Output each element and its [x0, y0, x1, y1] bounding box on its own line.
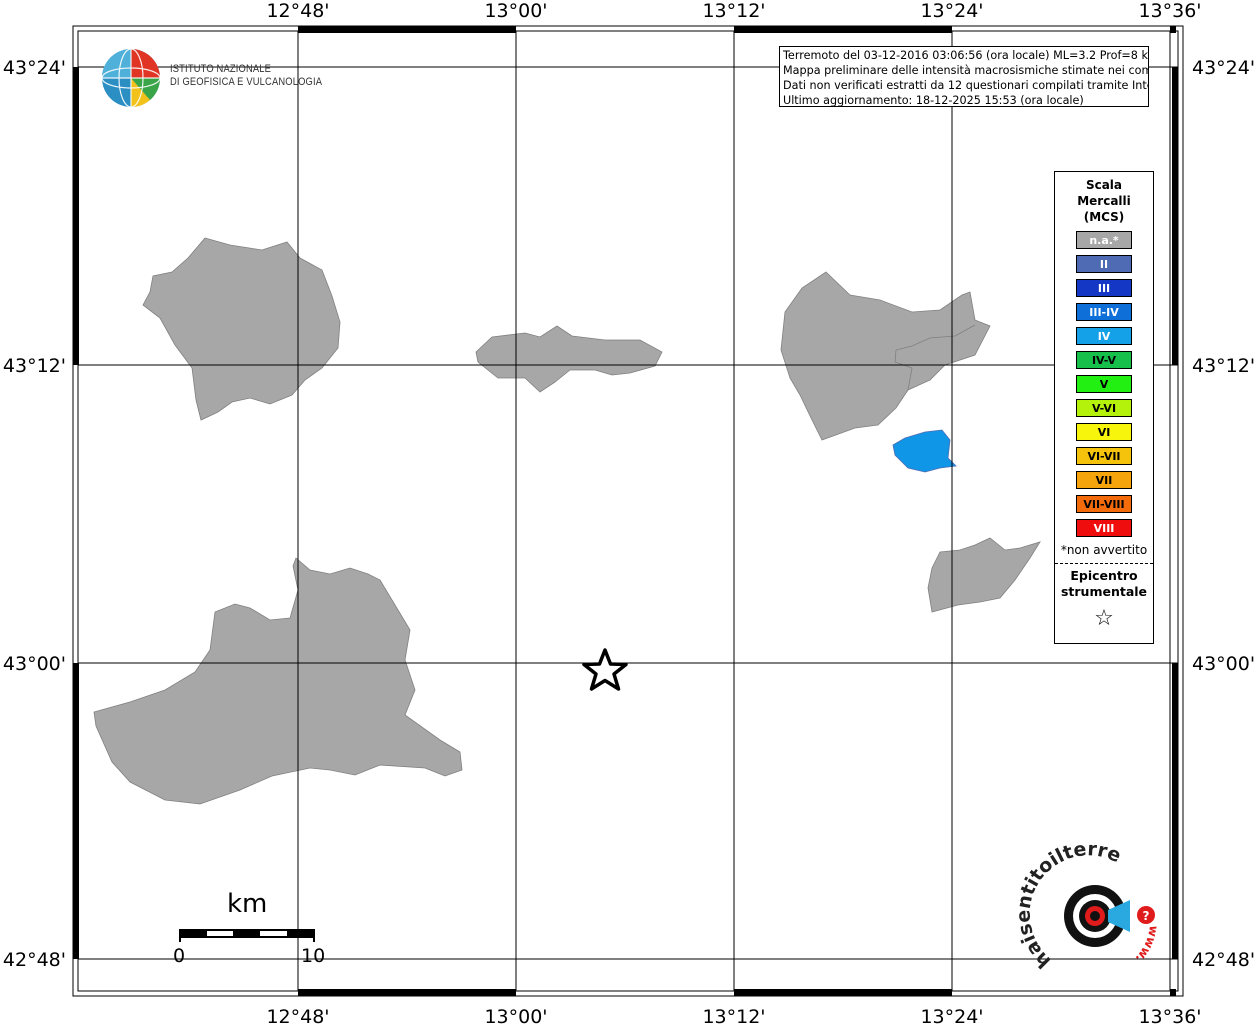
legend-item: III-IV — [1076, 303, 1132, 321]
legend-note: *non avvertito — [1060, 543, 1148, 557]
svg-text:?: ? — [1143, 909, 1150, 923]
lat-tick-left: 43°12' — [3, 355, 66, 377]
legend-title-line-3: (MCS) — [1083, 210, 1125, 224]
legend-title-line-1: Scala — [1085, 178, 1123, 192]
legend-star-icon: ☆ — [1094, 606, 1114, 631]
frame-bar-right-2 — [1172, 663, 1178, 959]
legend-item: V-VI — [1076, 399, 1132, 417]
frame-bar-top-2 — [734, 26, 952, 33]
lat-tick-left: 42°48' — [3, 949, 66, 971]
lat-tick-right: 43°12' — [1192, 355, 1255, 377]
legend-item: VII — [1076, 471, 1132, 489]
lon-tick-bottom: 13°12' — [702, 1006, 765, 1024]
municipality-center — [475, 325, 663, 393]
lon-tick-bottom: 13°24' — [920, 1006, 983, 1024]
municipality-nw — [142, 237, 341, 421]
legend-title: Scala Mercalli (MCS) — [1055, 177, 1153, 225]
info-line-3: Dati non verificati estratti da 12 quest… — [783, 79, 1149, 92]
map-inner-frame — [77, 30, 1179, 992]
legend-item: III — [1076, 279, 1132, 297]
legend-item: VI — [1076, 423, 1132, 441]
legend-title-line-2: Mercalli — [1077, 194, 1131, 208]
legend-epicenter-line-1: Epicentro — [1070, 568, 1138, 583]
municipality-intensity-iv — [892, 429, 957, 473]
legend-item: II — [1076, 255, 1132, 273]
logo-line-1: ISTITUTO NAZIONALE — [170, 63, 272, 75]
info-box: Terremoto del 03-12-2016 03:06:56 (ora l… — [779, 46, 1149, 107]
legend-separator — [1055, 563, 1153, 564]
lon-tick-top: 13°00' — [484, 0, 547, 22]
lon-tick-bottom: 13°00' — [484, 1006, 547, 1024]
info-line-2: Mappa preliminare delle intensità macros… — [783, 64, 1149, 77]
municipality-sw — [93, 557, 463, 805]
info-line-1: Terremoto del 03-12-2016 03:06:56 (ora l… — [783, 49, 1149, 62]
logo-line-2: DI GEOFISICA E VULCANOLOGIA — [170, 76, 323, 88]
lon-tick-top: 12°48' — [266, 0, 329, 22]
legend-item: IV — [1076, 327, 1132, 345]
legend-epicenter: Epicentro strumentale — [1055, 568, 1153, 600]
legend-item: IV-V — [1076, 351, 1132, 369]
ingv-logo-text: ISTITUTO NAZIONALE DI GEOFISICA E VULCAN… — [170, 63, 322, 89]
info-line-4: Ultimo aggiornamento: 18-12-2025 15:53 (… — [783, 94, 1084, 107]
municipality-ne — [780, 271, 991, 441]
frame-bar-top-3 — [1170, 26, 1176, 33]
scale-bar — [179, 929, 315, 942]
lon-tick-top: 13°12' — [702, 0, 765, 22]
legend-item: VIII — [1076, 519, 1132, 537]
frame-bar-bottom-3 — [1170, 989, 1176, 996]
lon-tick-top: 13°24' — [920, 0, 983, 22]
legend-item: VI-VII — [1076, 447, 1132, 465]
frame-bar-bottom-1 — [298, 989, 516, 996]
frame-bar-right-1 — [1172, 67, 1178, 365]
legend: Scala Mercalli (MCS) n.a.* II III III-IV IV I… — [1054, 171, 1154, 644]
lat-tick-left: 43°24' — [3, 57, 66, 79]
legend-items: n.a.* II III III-IV IV IV-V V V-VI VI VI-VII VII VI… — [1055, 231, 1153, 537]
ingv-globe-icon — [101, 48, 161, 108]
lat-tick-right: 43°24' — [1192, 57, 1255, 79]
frame-bar-top-1 — [298, 26, 516, 33]
municipality-east — [927, 537, 1041, 613]
lon-tick-bottom: 13°36' — [1138, 1006, 1201, 1024]
legend-item: V — [1076, 375, 1132, 393]
legend-item: VII-VIII — [1076, 495, 1132, 513]
lon-tick-bottom: 12°48' — [266, 1006, 329, 1024]
frame-bar-left-2 — [73, 663, 79, 959]
frame-bar-bottom-2 — [734, 989, 952, 996]
graticule — [78, 31, 1178, 991]
lat-tick-right: 42°48' — [1192, 949, 1255, 971]
scale-start: 0 — [173, 945, 186, 967]
map-frame — [72, 25, 1184, 997]
haisentito-logo: ? haisentitoilterremoto.it www. — [0, 0, 1161, 972]
epicenter-star — [582, 648, 628, 691]
lat-tick-left: 43°00' — [3, 653, 66, 675]
frame-bar-left-1 — [73, 67, 79, 365]
legend-epicenter-line-2: strumentale — [1060, 584, 1148, 599]
lat-tick-right: 43°00' — [1192, 653, 1255, 675]
svg-text:haisentitoilterremoto.it: haisentitoilterremoto.it — [0, 0, 1124, 972]
legend-item: n.a.* — [1076, 231, 1132, 249]
lon-tick-top: 13°36' — [1138, 0, 1201, 22]
scale-unit: km — [227, 889, 268, 919]
scale-end: 10 — [301, 945, 326, 967]
